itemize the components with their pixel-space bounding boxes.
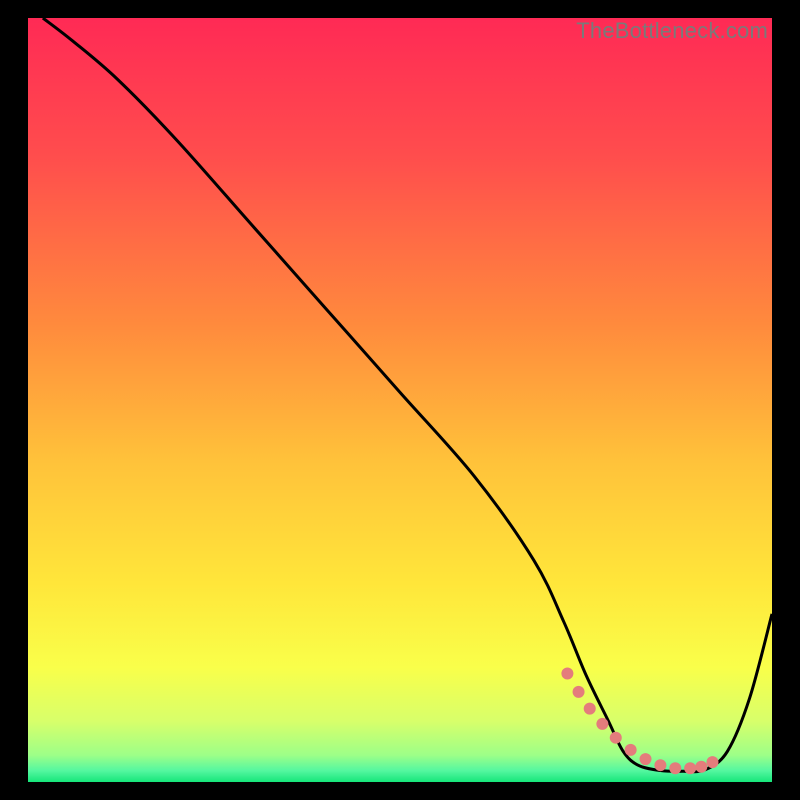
optimal-marker [625,744,637,756]
optimal-marker [654,759,666,771]
optimal-marker [610,732,622,744]
optimal-marker [584,703,596,715]
optimal-marker [640,753,652,765]
optimal-marker [684,762,696,774]
gradient-background [28,18,772,782]
chart-frame: TheBottleneck.com [28,18,772,782]
optimal-marker [695,761,707,773]
watermark-text: TheBottleneck.com [576,18,768,44]
bottleneck-chart [28,18,772,782]
optimal-marker [573,686,585,698]
optimal-marker [706,756,718,768]
optimal-marker [561,668,573,680]
optimal-marker [596,718,608,730]
optimal-marker [669,762,681,774]
